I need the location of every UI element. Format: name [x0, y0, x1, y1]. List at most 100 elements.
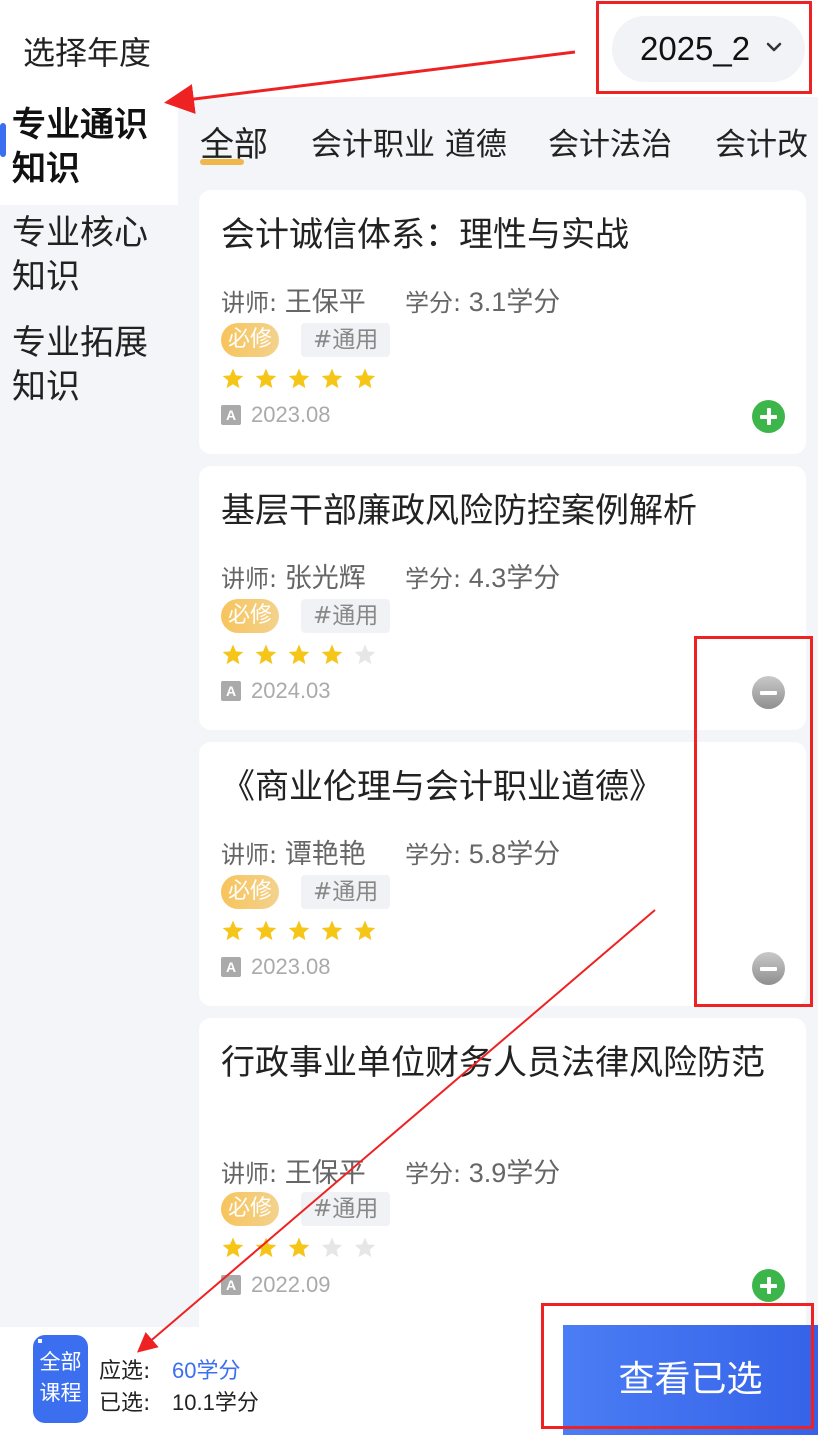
course-card[interactable]: 基层干部廉政风险防控案例解析 讲师: 张光辉 学分: 4.3学分 必修 #通用 … [199, 466, 806, 730]
star-filled-icon [222, 1237, 244, 1258]
chevron-down-icon [766, 42, 782, 52]
all-courses-label: 课程 [39, 1381, 82, 1405]
required-badge: 必修 [221, 1192, 279, 1226]
star-empty-icon [354, 1237, 376, 1258]
sidebar-item-extension[interactable]: 专业拓展 知识 [0, 321, 178, 429]
required-badge: 必修 [221, 323, 279, 357]
course-date: A 2023.08 [221, 954, 331, 980]
course-title: 行政事业单位财务人员法律风险防范 [221, 1043, 765, 1083]
course-meta: 讲师: 王保平 学分: 3.9学分 [221, 1151, 560, 1190]
course-date: A 2022.09 [221, 1272, 331, 1298]
star-filled-icon [222, 644, 244, 665]
required-credits: 应选: 60学分 [99, 1353, 240, 1385]
required-badge: 必修 [221, 599, 279, 633]
date-text: 2023.08 [251, 402, 331, 427]
date-text: 2023.08 [251, 954, 331, 979]
level-a-icon: A [221, 957, 241, 977]
level-a-icon: A [221, 1275, 241, 1295]
credit-label: 学分: [405, 565, 462, 593]
date-text: 2022.09 [251, 1272, 331, 1297]
category-tabs: 全部 会计职业 道德 会计法治 会计改 [178, 97, 818, 187]
tab-ethics[interactable]: 会计职业 道德 [311, 119, 507, 164]
add-course-icon[interactable] [752, 1269, 785, 1302]
tab-underline [200, 159, 244, 165]
credit-value: 5.8学分 [468, 839, 561, 869]
course-meta: 讲师: 谭艳艳 学分: 5.8学分 [221, 832, 560, 871]
lecturer-label: 讲师: [221, 289, 278, 317]
star-filled-icon [354, 920, 376, 941]
course-card[interactable]: 《商业伦理与会计职业道德》 讲师: 谭艳艳 学分: 5.8学分 必修 #通用 A… [199, 742, 806, 1006]
level-a-icon: A [221, 405, 241, 425]
remove-course-icon[interactable] [752, 952, 785, 985]
lecturer-label: 讲师: [221, 841, 278, 869]
sidebar-item-label: 知识 [12, 367, 80, 407]
rating-stars [221, 367, 386, 393]
course-card[interactable]: 会计诚信体系：理性与实战 讲师: 王保平 学分: 3.1学分 必修 #通用 A2… [199, 190, 806, 454]
star-filled-icon [288, 920, 310, 941]
star-empty-icon [321, 1237, 343, 1258]
credit-value: 3.1学分 [468, 287, 561, 317]
sidebar-item-label: 知识 [12, 149, 80, 189]
star-filled-icon [288, 1237, 310, 1258]
star-filled-icon [222, 920, 244, 941]
sidebar-item-general[interactable]: 专业通识 知识 [0, 97, 178, 205]
category-sidebar: 专业通识 知识 专业核心 知识 专业拓展 知识 [0, 97, 178, 1327]
remove-course-icon[interactable] [752, 676, 785, 709]
tag-badge: #通用 [301, 323, 391, 357]
selected-credits: 已选: 10.1学分 [99, 1385, 259, 1417]
star-filled-icon [255, 368, 277, 389]
tag-badge: #通用 [301, 599, 391, 633]
credit-label: 学分: [405, 289, 462, 317]
required-credits-value: 60学分 [172, 1358, 241, 1383]
sidebar-item-label: 知识 [12, 257, 80, 297]
tab-reform[interactable]: 会计改 [715, 119, 808, 164]
year-label: 选择年度 [23, 34, 152, 72]
selected-credits-label: 已选: [99, 1391, 151, 1416]
lecturer-name: 王保平 [284, 1158, 366, 1188]
header: 选择年度 2025_2 [0, 0, 818, 97]
lecturer-label: 讲师: [221, 565, 278, 593]
course-title: 《商业伦理与会计职业道德》 [221, 767, 663, 807]
course-panel: 全部 会计职业 道德 会计法治 会计改 会计诚信体系：理性与实战 讲师: 王保平… [178, 97, 818, 1327]
add-course-icon[interactable] [752, 400, 785, 433]
all-courses-label: 全部 [39, 1350, 82, 1374]
course-card[interactable]: 行政事业单位财务人员法律风险防范 讲师: 王保平 学分: 3.9学分 必修 #通… [199, 1018, 806, 1327]
selection-footer: 全部 课程 应选: 60学分 已选: 10.1学分 查看已选 [0, 1325, 818, 1435]
credit-label: 学分: [405, 841, 462, 869]
tab-law[interactable]: 会计法治 [548, 119, 672, 164]
star-filled-icon [288, 644, 310, 665]
year-value: 2025_2 [640, 30, 751, 67]
star-filled-icon [288, 368, 310, 389]
star-filled-icon [255, 920, 277, 941]
required-credits-label: 应选: [99, 1359, 151, 1384]
tag-badge: #通用 [301, 1192, 391, 1226]
course-title: 会计诚信体系：理性与实战 [221, 215, 629, 255]
sidebar-item-label: 专业核心 [12, 213, 148, 253]
level-a-icon: A [221, 681, 241, 701]
star-filled-icon [255, 644, 277, 665]
year-select[interactable]: 2025_2 [612, 16, 805, 82]
all-courses-button[interactable]: 全部 课程 [33, 1335, 88, 1423]
sidebar-item-core[interactable]: 专业核心 知识 [0, 211, 178, 319]
active-indicator [0, 123, 6, 157]
selected-credits-value: 10.1学分 [172, 1390, 259, 1415]
course-date: A 2024.03 [221, 678, 331, 704]
course-meta: 讲师: 王保平 学分: 3.1学分 [221, 280, 560, 319]
rating-stars [221, 919, 386, 945]
credit-value: 4.3学分 [468, 563, 561, 593]
star-filled-icon [321, 368, 343, 389]
star-filled-icon [222, 368, 244, 389]
rating-stars [221, 643, 386, 669]
view-selected-button[interactable]: 查看已选 [563, 1325, 818, 1435]
rating-stars [221, 1236, 386, 1262]
course-date: A 2023.08 [221, 402, 331, 428]
star-filled-icon [255, 1237, 277, 1258]
course-title: 基层干部廉政风险防控案例解析 [221, 491, 697, 531]
credit-label: 学分: [405, 1160, 462, 1188]
lecturer-label: 讲师: [221, 1160, 278, 1188]
tag-badge: #通用 [301, 875, 391, 909]
star-filled-icon [321, 920, 343, 941]
lecturer-name: 张光辉 [284, 563, 366, 593]
credit-value: 3.9学分 [468, 1158, 561, 1188]
dot-icon [38, 1339, 42, 1343]
